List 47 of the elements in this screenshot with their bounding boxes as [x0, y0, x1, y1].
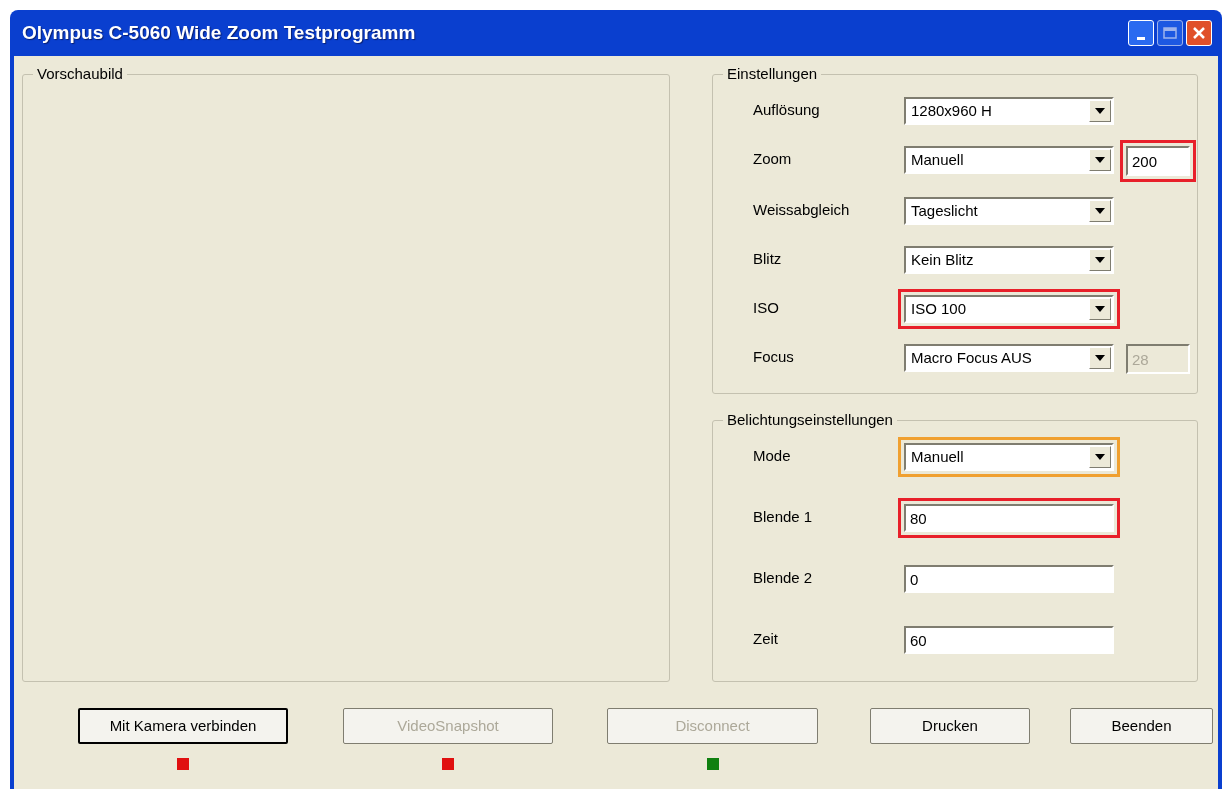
dropdown[interactable]: ISO 100	[904, 295, 1114, 323]
group-label: Einstellungen	[723, 65, 822, 83]
input-field[interactable]: 200	[1126, 146, 1190, 176]
field-label: Blende 2	[753, 568, 814, 588]
field-label: Mode	[753, 446, 792, 466]
maximize-button[interactable]	[1157, 20, 1183, 46]
input-field[interactable]: 0	[904, 565, 1114, 593]
action-button[interactable]: Mit Kamera verbinden	[78, 708, 288, 744]
dropdown-arrow-icon	[1095, 454, 1105, 460]
dropdown-button[interactable]	[1089, 200, 1111, 222]
minimize-icon	[1137, 36, 1145, 40]
dropdown-arrow-icon	[1095, 208, 1105, 214]
dropdown-arrow-icon	[1095, 306, 1105, 312]
group-label: Belichtungseinstellungen	[723, 411, 897, 429]
dropdown-button[interactable]	[1089, 100, 1111, 122]
field-label: Zoom	[753, 149, 793, 169]
action-button[interactable]: Beenden	[1070, 708, 1213, 744]
field-label: Auflösung	[753, 100, 821, 120]
maximize-icon	[1163, 27, 1177, 39]
field-label: Blitz	[753, 249, 783, 269]
dropdown-button[interactable]	[1089, 149, 1111, 171]
dropdown[interactable]: Manuell	[904, 443, 1114, 471]
dropdown-arrow-icon	[1095, 355, 1105, 361]
dropdown-arrow-icon	[1095, 157, 1105, 163]
dropdown-button[interactable]	[1089, 446, 1111, 468]
action-button[interactable]: Drucken	[870, 708, 1030, 744]
dropdown[interactable]: 1280x960 H	[904, 97, 1114, 125]
dropdown-button[interactable]	[1089, 249, 1111, 271]
window-title: Olympus C-5060 Wide Zoom Testprogramm	[22, 20, 417, 45]
minimize-button[interactable]	[1128, 20, 1154, 46]
close-icon	[1192, 26, 1206, 40]
dropdown[interactable]: Tageslicht	[904, 197, 1114, 225]
input-field[interactable]: 60	[904, 626, 1114, 654]
field-label: Blende 1	[753, 507, 814, 527]
dropdown-button[interactable]	[1089, 298, 1111, 320]
dropdown[interactable]: Macro Focus AUS	[904, 344, 1114, 372]
dropdown-arrow-icon	[1095, 257, 1105, 263]
input-field[interactable]: 80	[904, 504, 1114, 532]
dropdown-arrow-icon	[1095, 108, 1105, 114]
dropdown[interactable]: Manuell	[904, 146, 1114, 174]
field-label: Zeit	[753, 629, 779, 649]
field-label: Weissabgleich	[753, 200, 851, 220]
field-label: ISO	[753, 298, 780, 318]
dropdown-button[interactable]	[1089, 347, 1111, 369]
field-label: Focus	[753, 347, 795, 367]
close-button[interactable]	[1186, 20, 1212, 46]
dropdown[interactable]: Kein Blitz	[904, 246, 1114, 274]
